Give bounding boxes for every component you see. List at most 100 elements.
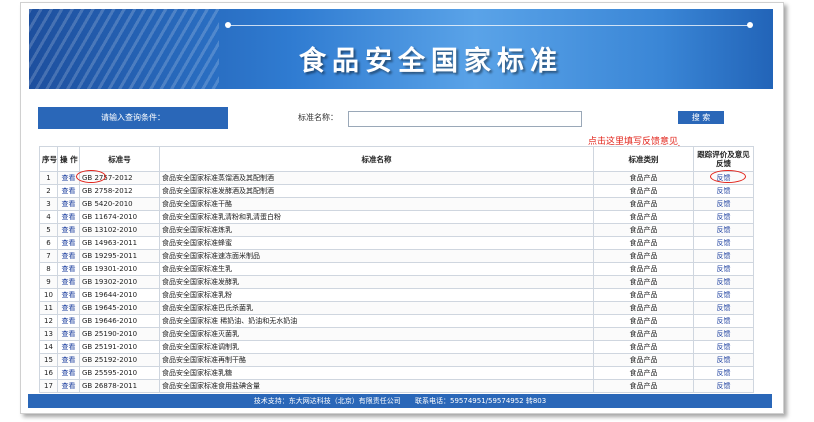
standard-category: 食品产品 <box>593 262 694 276</box>
row-number: 17 <box>39 379 58 393</box>
standard-number: GB 25191-2010 <box>79 340 160 354</box>
standard-category: 食品产品 <box>593 353 694 367</box>
standard-category: 食品产品 <box>593 210 694 224</box>
standard-number: GB 14963-2011 <box>79 236 160 250</box>
col-header-op: 操 作 <box>57 146 80 172</box>
table-row: 1 查看 GB 2757-2012 食品安全国家标准蒸馏酒及其配制酒 食品产品 反馈 <box>39 171 754 185</box>
view-link[interactable]: 查看 <box>57 366 80 380</box>
standard-number: GB 11674-2010 <box>79 210 160 224</box>
view-link[interactable]: 查看 <box>57 379 80 393</box>
standard-number: GB 13102-2010 <box>79 223 160 237</box>
row-number: 12 <box>39 314 58 328</box>
feedback-highlight-circle <box>710 170 746 183</box>
standard-category: 食品产品 <box>593 379 694 393</box>
feedback-link[interactable]: 反馈 <box>693 327 754 341</box>
standard-category: 食品产品 <box>593 314 694 328</box>
table-row: 12 查看 GB 19646-2010 食品安全国家标准 稀奶油、奶油和无水奶油 食品产… <box>39 314 754 328</box>
standard-category: 食品产品 <box>593 171 694 185</box>
standard-name: 食品安全国家标准乳糖 <box>159 366 594 380</box>
search-button[interactable]: 搜 索 <box>678 111 724 124</box>
feedback-link[interactable]: 反馈 <box>693 314 754 328</box>
standard-category: 食品产品 <box>593 223 694 237</box>
feedback-link[interactable]: 反馈 <box>693 288 754 302</box>
row-number: 9 <box>39 275 58 289</box>
view-link[interactable]: 查看 <box>57 184 80 198</box>
feedback-link[interactable]: 反馈 <box>693 210 754 224</box>
standard-category: 食品产品 <box>593 340 694 354</box>
standard-name: 食品安全国家标准蜂蜜 <box>159 236 594 250</box>
row-number: 15 <box>39 353 58 367</box>
standard-name: 食品安全国家标准乳清粉和乳清蛋白粉 <box>159 210 594 224</box>
view-link[interactable]: 查看 <box>57 353 80 367</box>
search-prompt: 请输入查询条件： <box>38 107 228 129</box>
table-row: 17 查看 GB 26878-2011 食品安全国家标准食用盐碘含量 食品产品 反馈 <box>39 379 754 393</box>
table-row: 5 查看 GB 13102-2010 食品安全国家标准炼乳 食品产品 反馈 <box>39 223 754 237</box>
row-number: 16 <box>39 366 58 380</box>
row-number: 8 <box>39 262 58 276</box>
view-link[interactable]: 查看 <box>57 262 80 276</box>
standard-number: GB 19302-2010 <box>79 275 160 289</box>
feedback-link[interactable]: 反馈 <box>693 340 754 354</box>
standard-name: 食品安全国家标准食用盐碘含量 <box>159 379 594 393</box>
standard-category: 食品产品 <box>593 301 694 315</box>
feedback-link[interactable]: 反馈 <box>693 366 754 380</box>
standard-name: 食品安全国家标准灭菌乳 <box>159 327 594 341</box>
feedback-link[interactable]: 反馈 <box>693 236 754 250</box>
view-link[interactable]: 查看 <box>57 210 80 224</box>
footer-support: 技术支持：东大网达科技（北京）有限责任公司 <box>253 397 401 405</box>
view-link[interactable]: 查看 <box>57 314 80 328</box>
standard-name: 食品安全国家标准速冻面米制品 <box>159 249 594 263</box>
standard-number: GB 19301-2010 <box>79 262 160 276</box>
feedback-link[interactable]: 反馈 <box>693 262 754 276</box>
row-number: 1 <box>39 171 58 185</box>
view-link[interactable]: 查看 <box>57 301 80 315</box>
standard-number: GB 5420-2010 <box>79 197 160 211</box>
standard-name: 食品安全国家标准发酵酒及其配制酒 <box>159 184 594 198</box>
standards-table: 序号 操 作 标准号 标准名称 标准类别 跟踪评价及意见反馈 1 查看 GB 275… <box>39 146 754 393</box>
standard-name: 食品安全国家标准生乳 <box>159 262 594 276</box>
col-header-feedback: 跟踪评价及意见反馈 <box>693 146 754 172</box>
feedback-link[interactable]: 反馈 <box>693 275 754 289</box>
row-number: 7 <box>39 249 58 263</box>
view-link[interactable]: 查看 <box>57 236 80 250</box>
banner-dot <box>225 22 231 28</box>
table-row: 11 查看 GB 19645-2010 食品安全国家标准巴氏杀菌乳 食品产品 反馈 <box>39 301 754 315</box>
standard-number: GB 25190-2010 <box>79 327 160 341</box>
standard-name: 食品安全国家标准再制干酪 <box>159 353 594 367</box>
feedback-link[interactable]: 反馈 <box>693 184 754 198</box>
row-number: 6 <box>39 236 58 250</box>
standard-category: 食品产品 <box>593 236 694 250</box>
row-number: 13 <box>39 327 58 341</box>
standard-category: 食品产品 <box>593 327 694 341</box>
view-link[interactable]: 查看 <box>57 275 80 289</box>
feedback-link[interactable]: 反馈 <box>693 379 754 393</box>
table-row: 10 查看 GB 19644-2010 食品安全国家标准乳粉 食品产品 反馈 <box>39 288 754 302</box>
view-link[interactable]: 查看 <box>57 327 80 341</box>
feedback-link[interactable]: 反馈 <box>693 301 754 315</box>
standard-name: 食品安全国家标准干酪 <box>159 197 594 211</box>
feedback-link[interactable]: 反馈 <box>693 353 754 367</box>
table-row: 7 查看 GB 19295-2011 食品安全国家标准速冻面米制品 食品产品 反馈 <box>39 249 754 263</box>
row-number: 11 <box>39 301 58 315</box>
standard-name: 食品安全国家标准巴氏杀菌乳 <box>159 301 594 315</box>
standard-name-input[interactable] <box>348 111 582 127</box>
feedback-link[interactable]: 反馈 <box>693 223 754 237</box>
table-row: 16 查看 GB 25595-2010 食品安全国家标准乳糖 食品产品 反馈 <box>39 366 754 380</box>
view-link[interactable]: 查看 <box>57 197 80 211</box>
standard-number: GB 19295-2011 <box>79 249 160 263</box>
view-link[interactable]: 查看 <box>57 340 80 354</box>
view-link[interactable]: 查看 <box>57 223 80 237</box>
feedback-link[interactable]: 反馈 <box>693 197 754 211</box>
feedback-link[interactable]: 反馈 <box>693 249 754 263</box>
standard-category: 食品产品 <box>593 288 694 302</box>
standard-category: 食品产品 <box>593 366 694 380</box>
col-header-no: 序号 <box>39 146 58 172</box>
row-number: 3 <box>39 197 58 211</box>
table-row: 8 查看 GB 19301-2010 食品安全国家标准生乳 食品产品 反馈 <box>39 262 754 276</box>
col-header-std-no: 标准号 <box>79 146 160 172</box>
standard-name: 食品安全国家标准调制乳 <box>159 340 594 354</box>
view-link[interactable]: 查看 <box>57 288 80 302</box>
search-bar: 请输入查询条件： 标准名称： 搜 索 <box>38 107 754 129</box>
table-row: 13 查看 GB 25190-2010 食品安全国家标准灭菌乳 食品产品 反馈 <box>39 327 754 341</box>
view-link[interactable]: 查看 <box>57 249 80 263</box>
